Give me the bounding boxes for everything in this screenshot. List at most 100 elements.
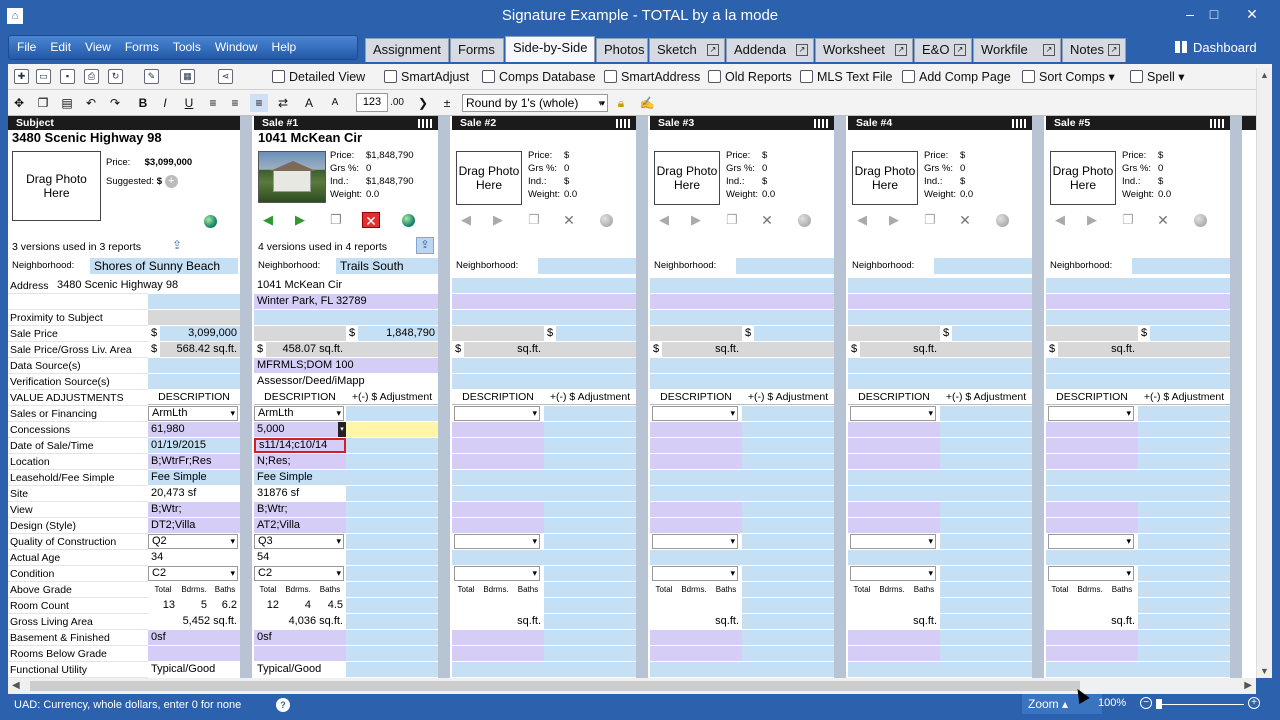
- description-field[interactable]: [848, 454, 940, 469]
- add-icon[interactable]: +: [164, 175, 178, 188]
- sale1-rooms-total[interactable]: 12: [254, 598, 282, 613]
- description-field[interactable]: [1046, 454, 1138, 469]
- rooms-bath[interactable]: [512, 598, 544, 613]
- sale1-address-2[interactable]: Winter Park, FL 32789: [254, 294, 438, 309]
- adjustment-field[interactable]: [940, 406, 1032, 421]
- drag-handle-icon[interactable]: [418, 119, 432, 128]
- scroll-up-icon[interactable]: ▲: [1260, 70, 1269, 80]
- right-arrow-icon[interactable]: ▶: [886, 212, 902, 228]
- tab-addenda[interactable]: Addenda ↗: [726, 38, 814, 62]
- sale1-concessions[interactable]: 5,000: [254, 422, 342, 437]
- save-icon[interactable]: ▪: [60, 69, 75, 84]
- subject-functional[interactable]: Typical/Good: [148, 662, 240, 677]
- redo-icon[interactable]: ↷: [106, 94, 124, 112]
- adjustment-field[interactable]: [742, 486, 834, 501]
- subject-sale-price[interactable]: 3,099,000: [160, 326, 240, 341]
- rooms-bdrm[interactable]: [678, 598, 710, 613]
- globe-icon[interactable]: [402, 214, 415, 227]
- copy-comp-icon[interactable]: ❐: [724, 212, 740, 228]
- dropdown-field[interactable]: [454, 566, 540, 581]
- sale1-site[interactable]: 31876 sf: [254, 486, 346, 501]
- scroll-left-icon[interactable]: ◀: [12, 680, 20, 691]
- adjustment-field[interactable]: [940, 518, 1032, 533]
- rooms-total[interactable]: [1046, 598, 1074, 613]
- tab-eo[interactable]: E&O ↗: [914, 38, 972, 62]
- rooms-bdrm[interactable]: [876, 598, 908, 613]
- external-link-icon[interactable]: ↗: [954, 44, 966, 56]
- green-left-arrow-icon[interactable]: ◀: [260, 212, 276, 228]
- sale1-view[interactable]: B;Wtr;: [254, 502, 346, 517]
- description-field[interactable]: [452, 630, 544, 645]
- rooms-bdrm[interactable]: [480, 598, 512, 613]
- description-field[interactable]: [650, 502, 742, 517]
- tab-sketch[interactable]: Sketch ↗: [649, 38, 725, 62]
- adjustment-field[interactable]: [1138, 486, 1230, 501]
- dropdown-field[interactable]: [1048, 406, 1134, 421]
- subject-age[interactable]: 34: [148, 550, 240, 565]
- globe-icon[interactable]: [996, 214, 1009, 227]
- adjustment-field[interactable]: [940, 662, 1032, 677]
- copy-comp-icon[interactable]: ❐: [922, 212, 938, 228]
- sale1-rooms-below-adj[interactable]: [346, 646, 438, 661]
- tab-notes[interactable]: Notes ↗: [1062, 38, 1126, 62]
- sale1-sale-price[interactable]: 1,848,790: [358, 326, 438, 341]
- align-left-icon[interactable]: ≡: [204, 94, 222, 112]
- adjustment-field[interactable]: [544, 662, 636, 677]
- dropdown-field[interactable]: [850, 534, 936, 549]
- sale1-basement[interactable]: 0sf: [254, 630, 346, 645]
- description-field[interactable]: [1046, 630, 1138, 645]
- description-field[interactable]: [848, 662, 940, 677]
- drag-handle-icon[interactable]: [1012, 119, 1026, 128]
- adjustment-field[interactable]: [940, 486, 1032, 501]
- description-field[interactable]: [452, 438, 544, 453]
- field-cell[interactable]: [452, 310, 636, 325]
- dashboard-button[interactable]: Dashboard: [1175, 36, 1275, 60]
- description-field[interactable]: [1046, 550, 1138, 565]
- sale1-view-adj[interactable]: [346, 502, 438, 517]
- subject-sales-financing[interactable]: ArmLth: [148, 406, 238, 421]
- drag-handle-icon[interactable]: [616, 119, 630, 128]
- gla-field[interactable]: sq.ft.: [650, 614, 742, 629]
- gla-field[interactable]: sq.ft.: [1046, 614, 1138, 629]
- dropdown-field[interactable]: [652, 534, 738, 549]
- rooms-total[interactable]: [650, 598, 678, 613]
- subject-quality[interactable]: Q2: [148, 534, 238, 549]
- adjustment-field[interactable]: [742, 454, 834, 469]
- sale1-condition[interactable]: C2: [254, 566, 344, 581]
- adjustment-field[interactable]: [742, 470, 834, 485]
- sale1-address-1[interactable]: 1041 McKean Cir: [254, 278, 438, 293]
- decimal-button[interactable]: .00: [388, 94, 406, 112]
- sale1-gla[interactable]: 4,036 sq.ft.: [254, 614, 346, 629]
- print-icon[interactable]: ⎙: [84, 69, 99, 84]
- rooms-bath[interactable]: [1106, 598, 1138, 613]
- field-cell[interactable]: [1046, 374, 1230, 389]
- sale1-leasehold[interactable]: Fee Simple: [254, 470, 346, 485]
- increase-font-icon[interactable]: A: [300, 94, 318, 112]
- subject-address[interactable]: 3480 Scenic Highway 98: [54, 278, 240, 293]
- dropdown-field[interactable]: [850, 566, 936, 581]
- adjustment-field[interactable]: [1138, 438, 1230, 453]
- menu-tools[interactable]: Tools: [165, 36, 207, 59]
- subject-view[interactable]: B;Wtr;: [148, 502, 240, 517]
- neighborhood-field[interactable]: [538, 258, 636, 274]
- description-field[interactable]: [848, 486, 940, 501]
- sale1-age[interactable]: 54: [254, 550, 346, 565]
- sale1-condition-adj[interactable]: [346, 566, 438, 581]
- adjustment-field[interactable]: [544, 630, 636, 645]
- horizontal-scrollbar[interactable]: ◀ ▶: [8, 678, 1256, 694]
- external-link-icon[interactable]: ↗: [1043, 44, 1055, 56]
- share-icon[interactable]: ⋖: [218, 69, 233, 84]
- round-by-select[interactable]: Round by 1's (whole) ▾: [462, 94, 608, 112]
- dropdown-field[interactable]: [652, 406, 738, 421]
- subject-photo-drop[interactable]: Drag Photo Here: [12, 151, 101, 221]
- dropdown-field[interactable]: [1048, 566, 1134, 581]
- pen-icon[interactable]: ✎: [144, 69, 159, 84]
- scroll-down-icon[interactable]: ▼: [1260, 666, 1269, 676]
- adjustment-field[interactable]: [940, 438, 1032, 453]
- sale1-verification[interactable]: Assessor/Deed/iMapp: [254, 374, 438, 389]
- sale1-rooms-bath[interactable]: 4.5: [314, 598, 346, 613]
- description-field[interactable]: [848, 518, 940, 533]
- adjustment-field[interactable]: [940, 502, 1032, 517]
- undo-icon[interactable]: ↶: [82, 94, 100, 112]
- subject-rooms-below[interactable]: [148, 646, 240, 661]
